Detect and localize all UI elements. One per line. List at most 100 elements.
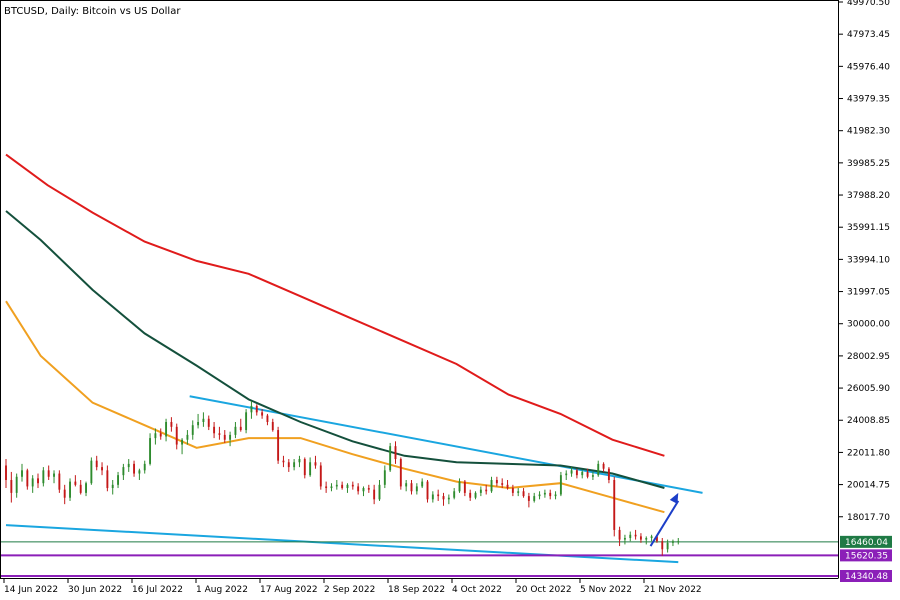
candle-body [207, 418, 210, 427]
candle-body [629, 534, 632, 538]
candle-body [373, 489, 376, 500]
candle-body [399, 459, 402, 487]
candle-body [613, 479, 616, 530]
x-tick-label: 21 Nov 2022 [644, 585, 702, 595]
candle-body [458, 481, 461, 492]
candle-body [597, 463, 600, 476]
x-tick-label: 1 Aug 2022 [196, 585, 248, 595]
candle-body [415, 486, 418, 492]
candle-body [565, 473, 568, 476]
candle-body [85, 483, 87, 493]
price-label: 15620.35 [840, 549, 892, 562]
candle-body [143, 463, 146, 471]
candle-body [69, 481, 71, 498]
y-tick-label: 20014.75 [847, 481, 890, 491]
x-tick-label: 30 Jun 2022 [68, 585, 122, 595]
y-tick-label: 18017.70 [847, 513, 890, 523]
candle-body [165, 421, 168, 437]
candle-body [175, 426, 178, 445]
candle-body [330, 486, 333, 489]
y-tick-label: 28002.95 [847, 352, 890, 362]
x-tick-label: 4 Oct 2022 [452, 585, 502, 595]
candle-body [314, 462, 317, 466]
candle-body [357, 486, 360, 492]
candle-body [506, 484, 509, 489]
candle-body [234, 426, 237, 435]
candle-body [90, 460, 93, 484]
y-tick-label: 47973.45 [847, 30, 890, 40]
candle-body [394, 446, 397, 460]
candle-body [298, 459, 301, 463]
candle-body [159, 433, 162, 437]
candle-body [117, 475, 119, 485]
y-tick-label: 41982.30 [847, 127, 890, 137]
candle-body [191, 425, 194, 435]
candle-body [53, 473, 55, 477]
candle-body [149, 438, 152, 464]
candle [613, 476, 616, 537]
candle-body [405, 483, 408, 487]
candle-body [10, 479, 13, 493]
candle [277, 426, 280, 464]
candle-body [351, 484, 354, 487]
candle-body [63, 489, 66, 498]
candle-body [239, 426, 242, 431]
candle-body [490, 479, 493, 492]
candle-body [47, 470, 50, 477]
candle-body [293, 462, 296, 468]
candle-body [645, 537, 648, 540]
y-tick-label: 49970.50 [847, 0, 890, 8]
candle-body [666, 542, 669, 550]
candle-body [197, 421, 200, 426]
y-tick-label: 37988.20 [847, 191, 890, 201]
candle-body [74, 481, 77, 485]
candle-body [266, 415, 269, 422]
candle-body [106, 470, 109, 489]
price-label: 14340.48 [840, 570, 892, 582]
x-tick-label: 2 Sep 2022 [324, 585, 375, 595]
candle-body [127, 463, 130, 468]
candle-body [543, 492, 546, 495]
candle-body [618, 529, 621, 540]
x-tick-label: 14 Jun 2022 [4, 585, 58, 595]
candle-body [26, 470, 29, 487]
candle-body [538, 494, 541, 497]
candle-body [527, 496, 530, 501]
candle-body [95, 460, 98, 468]
candle-body [485, 489, 488, 492]
candle-body [21, 470, 23, 477]
candle-body [133, 463, 136, 474]
candle-body [325, 486, 328, 489]
plot-background [0, 0, 900, 600]
candle [389, 442, 392, 472]
candle-body [559, 475, 562, 495]
candle-body [389, 446, 392, 471]
candle-body [453, 491, 456, 498]
candle-body [378, 484, 381, 500]
candle-body [362, 488, 365, 492]
y-tick-label: 45976.40 [847, 62, 890, 72]
candle-body [58, 473, 61, 490]
candle-body [202, 418, 205, 422]
candle-body [79, 484, 82, 493]
candle-body [639, 536, 642, 540]
y-tick-label: 26005.90 [847, 384, 890, 394]
candle-body [634, 534, 637, 537]
candle [58, 470, 61, 493]
candle-body [607, 468, 610, 480]
candle-body [469, 492, 472, 498]
y-tick-label: 39985.25 [847, 159, 890, 169]
candle-body [533, 496, 536, 501]
candle-body [447, 497, 450, 500]
chart-title: BTCUSD, Daily: Bitcoin vs US Dollar [4, 6, 181, 17]
candle-body [367, 488, 370, 490]
candle-body [421, 481, 424, 487]
candle [559, 471, 562, 497]
candle [319, 462, 322, 490]
y-tick-label: 35991.15 [847, 223, 890, 233]
candle-body [410, 483, 413, 492]
candle-body [335, 484, 338, 487]
candle-body [522, 491, 525, 497]
candle [426, 479, 429, 503]
candle [90, 457, 93, 485]
